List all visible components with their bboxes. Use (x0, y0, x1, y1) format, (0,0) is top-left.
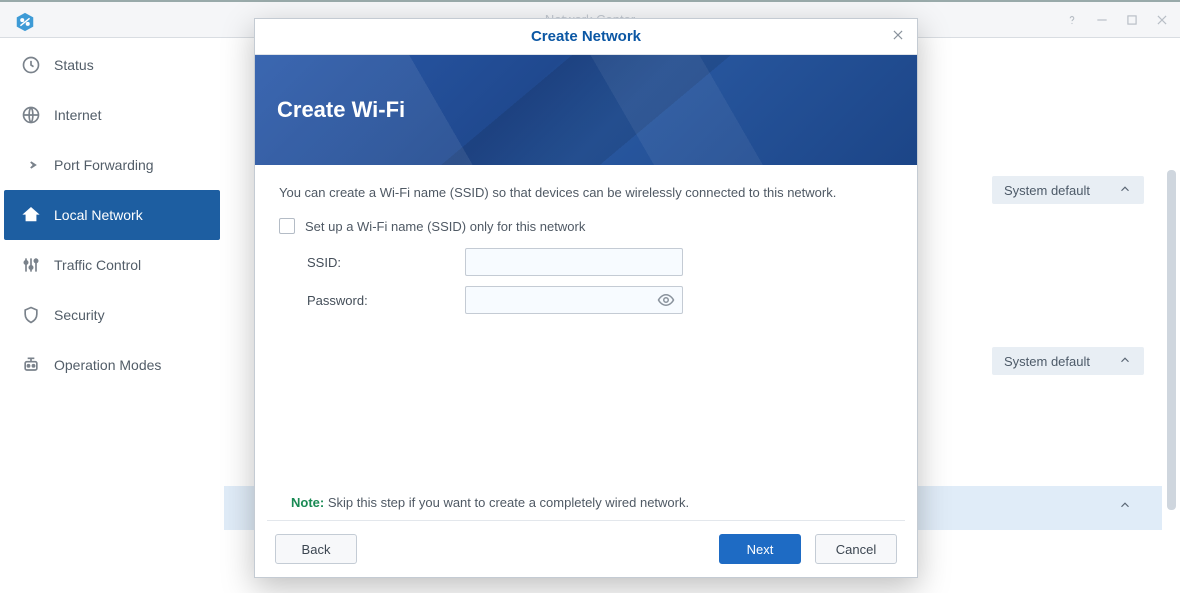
maximize-icon[interactable] (1124, 12, 1140, 28)
sidebar: Status Internet Port Forwarding Local Ne… (4, 40, 220, 593)
sidebar-item-label: Traffic Control (54, 257, 141, 273)
note-key: Note: (291, 495, 324, 510)
ssid-only-checkbox[interactable] (279, 218, 295, 234)
modal-intro: You can create a Wi-Fi name (SSID) so th… (279, 185, 893, 200)
minimize-icon[interactable] (1094, 12, 1110, 28)
modal-note: Note: Skip this step if you want to crea… (267, 495, 905, 521)
chevron-up-icon (1118, 353, 1132, 370)
sidebar-item-label: Status (54, 57, 94, 73)
modal-body: You can create a Wi-Fi name (SSID) so th… (255, 165, 917, 495)
sidebar-item-operation-modes[interactable]: Operation Modes (4, 340, 220, 390)
chevron-up-icon[interactable] (1118, 498, 1132, 515)
chevron-up-icon (1118, 182, 1132, 199)
next-button[interactable]: Next (719, 534, 801, 564)
sidebar-item-label: Port Forwarding (54, 157, 154, 173)
sidebar-item-label: Internet (54, 107, 101, 123)
sidebar-item-internet[interactable]: Internet (4, 90, 220, 140)
sidebar-item-traffic-control[interactable]: Traffic Control (4, 240, 220, 290)
bg-chip-system-default-1[interactable]: System default (992, 176, 1144, 204)
note-text: Skip this step if you want to create a c… (324, 495, 689, 510)
eye-icon[interactable] (657, 291, 675, 312)
sidebar-item-security[interactable]: Security (4, 290, 220, 340)
home-network-icon (20, 204, 42, 226)
app-logo-icon (14, 11, 36, 33)
ssid-input[interactable] (465, 248, 683, 276)
status-icon (20, 54, 42, 76)
sidebar-item-label: Operation Modes (54, 357, 161, 373)
close-icon[interactable] (891, 28, 905, 46)
cancel-button[interactable]: Cancel (815, 534, 897, 564)
sliders-icon (20, 254, 42, 276)
close-window-icon[interactable] (1154, 12, 1170, 28)
modal-titlebar: Create Network (255, 19, 917, 55)
chip-label: System default (1004, 354, 1090, 369)
help-icon[interactable] (1064, 12, 1080, 28)
modal-banner: Create Wi-Fi (255, 55, 917, 165)
sidebar-item-label: Local Network (54, 207, 143, 223)
sidebar-item-local-network[interactable]: Local Network (4, 190, 220, 240)
password-label: Password: (307, 293, 465, 308)
sidebar-item-port-forwarding[interactable]: Port Forwarding (4, 140, 220, 190)
chip-label: System default (1004, 183, 1090, 198)
globe-icon (20, 104, 42, 126)
scrollbar[interactable] (1167, 170, 1176, 510)
create-network-modal: Create Network Create Wi-Fi You can crea… (254, 18, 918, 578)
sidebar-item-status[interactable]: Status (4, 40, 220, 90)
bg-chip-system-default-2[interactable]: System default (992, 347, 1144, 375)
banner-heading: Create Wi-Fi (277, 97, 405, 123)
shield-icon (20, 304, 42, 326)
robot-icon (20, 354, 42, 376)
password-input[interactable] (465, 286, 683, 314)
sidebar-item-label: Security (54, 307, 105, 323)
back-button[interactable]: Back (275, 534, 357, 564)
modal-footer: Back Next Cancel (255, 521, 917, 577)
forward-icon (20, 154, 42, 176)
ssid-label: SSID: (307, 255, 465, 270)
modal-title: Create Network (531, 28, 641, 45)
checkbox-label: Set up a Wi-Fi name (SSID) only for this… (305, 219, 585, 234)
